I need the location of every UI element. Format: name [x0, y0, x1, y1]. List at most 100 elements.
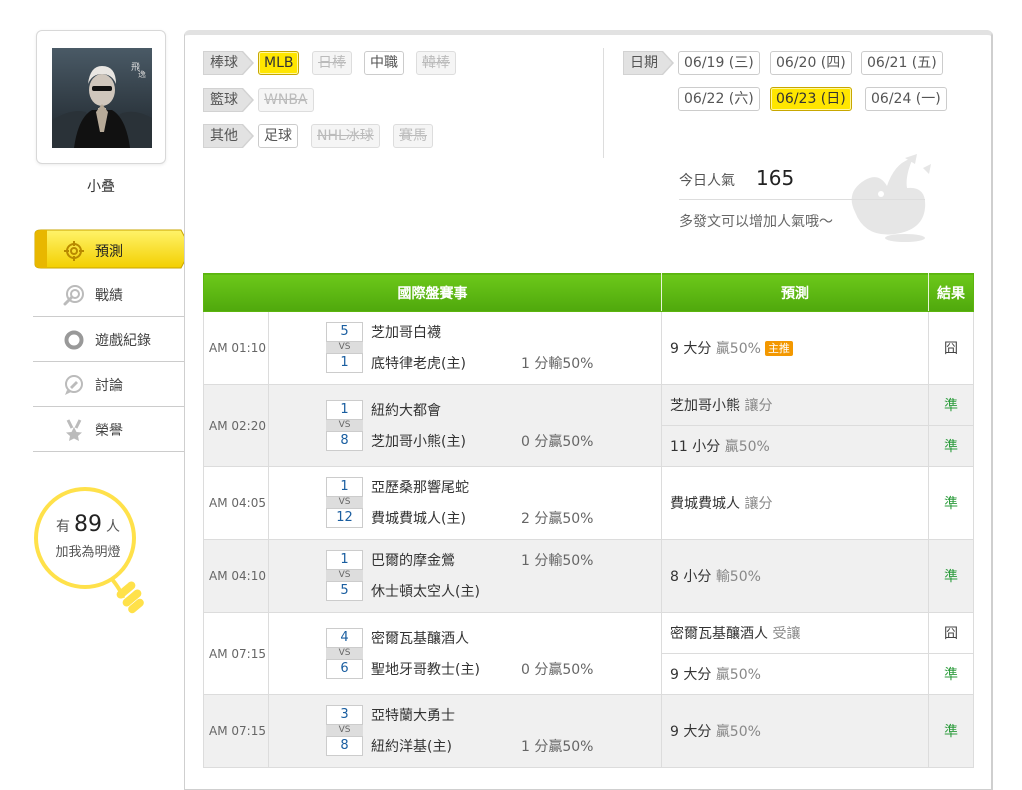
home-team[interactable]: 聖地牙哥教士(主): [371, 659, 480, 679]
sidebar: 飛 逸 小叠 預測 戰績 遊戲紀錄 討論 榮譽 有 89 人 加我為明燈: [0, 0, 192, 783]
vs-label: VS: [326, 342, 363, 353]
prediction-main: 11 小分: [670, 439, 721, 455]
home-line: 0 分贏50%: [521, 661, 594, 678]
record-icon: [63, 284, 85, 306]
target-icon: [63, 240, 85, 262]
home-team[interactable]: 休士頓太空人(主): [371, 581, 480, 601]
date-chip[interactable]: 06/20 (四): [770, 51, 852, 75]
prediction-sub: 讓分: [744, 398, 773, 414]
prediction-main: 費城費城人: [670, 496, 740, 512]
header-prediction: 預測: [661, 273, 929, 312]
home-score: 6: [326, 658, 363, 679]
menu-item-honor[interactable]: 榮譽: [33, 407, 184, 452]
games-body: AM 01:10 5 VS 1 芝加哥白襪 底特律老虎(主) 1 分輸50% 9…: [203, 311, 974, 768]
game-matchup: 4 VS 6 密爾瓦基釀酒人 聖地牙哥教士(主) 0 分贏50%: [268, 612, 662, 695]
home-line: 0 分贏50%: [521, 433, 594, 450]
prediction-cell: 9 大分 贏50% 主推: [661, 311, 929, 385]
away-team[interactable]: 亞特蘭大勇士: [371, 705, 455, 725]
result-miss: 囧: [928, 311, 974, 385]
matchup-box: 3 VS 8 亞特蘭大勇士 紐約洋基(主) 1 分贏50%: [269, 695, 661, 767]
home-line: 1 分輸50%: [521, 356, 594, 372]
home-team[interactable]: 芝加哥小熊(主): [371, 431, 466, 451]
league-chip-wnba[interactable]: WNBA: [258, 88, 314, 112]
prediction-sub: 贏50%: [715, 341, 761, 357]
svg-text:逸: 逸: [138, 69, 147, 79]
date-chip[interactable]: 06/24 (一): [865, 87, 947, 111]
medal-icon: [63, 419, 85, 441]
game-time: AM 04:10: [203, 539, 269, 613]
light-count-block: 有 89 人 加我為明燈: [33, 512, 143, 560]
away-score: 5: [326, 322, 363, 342]
league-chip-horse[interactable]: 賽馬: [393, 124, 433, 148]
away-score: 1: [326, 550, 363, 570]
game-matchup: 1 VS 8 紐約大都會 芝加哥小熊(主) 0 分贏50%: [268, 384, 662, 467]
menu-label-honor: 榮譽: [95, 423, 123, 439]
home-score: 1: [326, 353, 363, 373]
category-tag-other: 其他: [203, 124, 254, 148]
date-chip[interactable]: 06/22 (六): [678, 87, 760, 111]
away-team[interactable]: 亞歷桑那響尾蛇: [371, 477, 469, 497]
away-score: 1: [326, 399, 363, 420]
vs-label: VS: [326, 725, 363, 736]
away-team[interactable]: 巴爾的摩金鶯: [371, 550, 455, 570]
avatar-frame: 飛 逸: [36, 30, 166, 164]
menu-item-predict[interactable]: 預測: [33, 228, 192, 272]
prediction-sub: 受讓: [772, 626, 801, 642]
league-chip-kbo[interactable]: 韓棒: [416, 51, 456, 75]
result-hit: 準: [928, 539, 974, 613]
away-team[interactable]: 紐約大都會: [371, 400, 441, 420]
avatar[interactable]: 飛 逸: [52, 48, 152, 148]
league-chip-cpbl[interactable]: 中職: [364, 51, 404, 75]
date-chip[interactable]: 06/21 (五): [861, 51, 943, 75]
home-team[interactable]: 紐約洋基(主): [371, 736, 452, 756]
game-matchup: 5 VS 1 芝加哥白襪 底特律老虎(主) 1 分輸50%: [268, 311, 662, 385]
username: 小叠: [87, 179, 115, 195]
prediction-cell: 9 大分 贏50%: [661, 653, 929, 695]
light-caption[interactable]: 加我為明燈: [33, 541, 143, 560]
vs-label: VS: [326, 419, 363, 431]
date-chip[interactable]: 06/19 (三): [678, 51, 760, 75]
prediction-cell: 8 小分 輸50%: [661, 539, 929, 613]
popularity-label: 今日人氣: [679, 173, 735, 189]
menu-item-discuss[interactable]: 討論: [33, 362, 184, 407]
away-team[interactable]: 芝加哥白襪: [371, 322, 441, 342]
prediction-sub: 贏50%: [724, 439, 770, 455]
home-team[interactable]: 費城費城人(主): [371, 508, 466, 528]
light-suffix: 人: [106, 519, 120, 535]
game-time: AM 04:05: [203, 466, 269, 540]
menu-item-record[interactable]: 戰績: [33, 272, 184, 317]
home-score: 12: [326, 508, 363, 528]
league-chip-nhl[interactable]: NHL冰球: [311, 124, 380, 148]
prediction-sub: 贏50%: [715, 724, 761, 740]
date-chip-selected[interactable]: 06/23 (日): [770, 87, 852, 111]
matchup-box: 5 VS 1 芝加哥白襪 底特律老虎(主) 1 分輸50%: [269, 312, 661, 384]
home-score: 5: [326, 581, 363, 601]
vs-label: VS: [326, 570, 363, 581]
game-matchup: 1 VS 12 亞歷桑那響尾蛇 費城費城人(主) 2 分贏50%: [268, 466, 662, 540]
game-time: AM 07:15: [203, 694, 269, 768]
away-team[interactable]: 密爾瓦基釀酒人: [371, 628, 469, 648]
home-line: 2 分贏50%: [521, 511, 594, 527]
matchup-box: 4 VS 6 密爾瓦基釀酒人 聖地牙哥教士(主) 0 分贏50%: [269, 613, 661, 694]
prediction-main: 9 大分: [670, 341, 712, 357]
league-chip-soccer[interactable]: 足球: [258, 124, 298, 148]
games-table: 國際盤賽事 預測 結果 AM 01:10 5 VS 1 芝加哥白襪 底特律老虎(…: [203, 273, 974, 768]
away-score: 3: [326, 705, 363, 725]
league-chip-npb[interactable]: 日棒: [312, 51, 352, 75]
menu-item-game-log[interactable]: 遊戲紀錄: [33, 317, 184, 362]
header-match: 國際盤賽事: [203, 273, 662, 312]
filter-divider: [603, 48, 604, 158]
vs-label: VS: [326, 497, 363, 508]
menu-label-record: 戰績: [95, 288, 123, 304]
table-row: AM 04:05 1 VS 12 亞歷桑那響尾蛇 費城費城人(主) 2 分贏50…: [203, 466, 974, 540]
matchup-box: 1 VS 12 亞歷桑那響尾蛇 費城費城人(主) 2 分贏50%: [269, 467, 661, 539]
category-tag-baseball: 棒球: [203, 51, 254, 75]
category-tag-date: 日期: [623, 51, 674, 75]
vs-label: VS: [326, 647, 363, 659]
league-chip-mlb[interactable]: MLB: [258, 51, 300, 75]
prediction-cell: 9 大分 贏50%: [661, 694, 929, 768]
away-score: 1: [326, 477, 363, 497]
light-prefix: 有: [56, 519, 70, 535]
home-team[interactable]: 底特律老虎(主): [371, 353, 466, 373]
popularity-value: 165: [756, 166, 795, 190]
